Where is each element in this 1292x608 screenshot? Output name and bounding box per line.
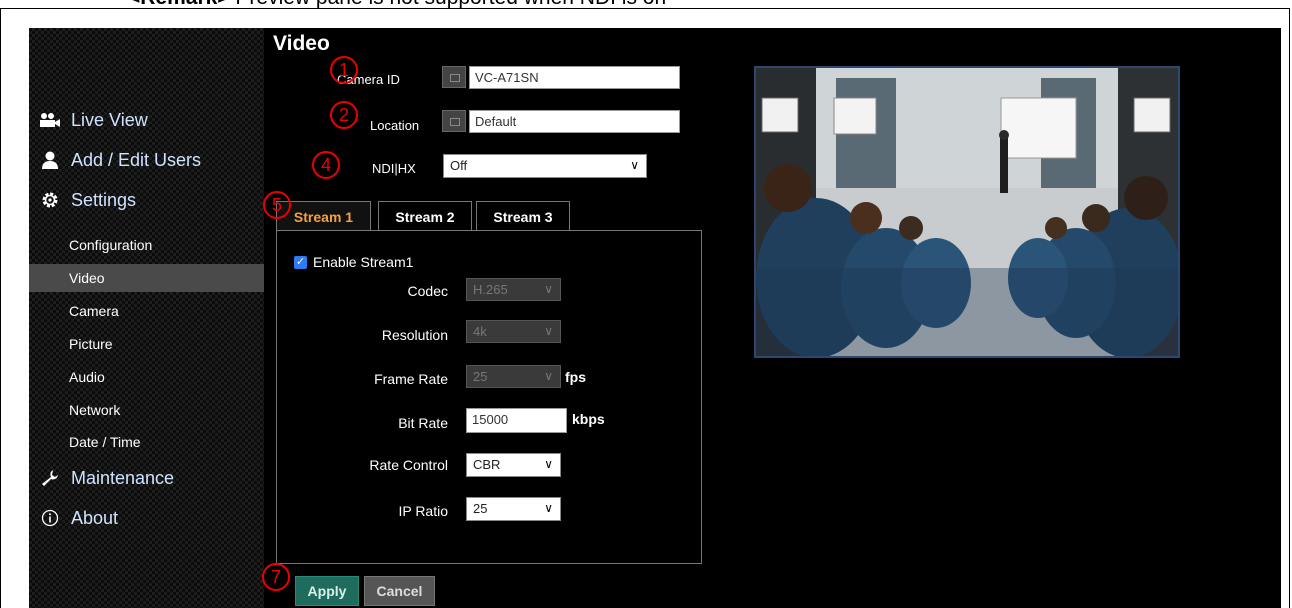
sidebar-item-label: Maintenance — [71, 467, 175, 488]
resolution-label: Resolution — [381, 327, 448, 343]
sidebar-item-label: Network — [69, 402, 121, 418]
annotation-badge-1: 1 — [330, 56, 358, 84]
codec-select-value: H.265 — [473, 282, 508, 297]
sidebar-item-configuration[interactable]: Configuration — [29, 231, 264, 259]
ip-ratio-select[interactable]: 25 ∨ — [466, 497, 561, 521]
preview-image — [756, 68, 1178, 356]
user-icon — [37, 151, 63, 169]
sidebar-item-add-edit-users[interactable]: Add / Edit Users — [29, 145, 264, 175]
ip-ratio-select-value: 25 — [473, 501, 488, 516]
sidebar-item-network[interactable]: Network — [29, 396, 264, 424]
sidebar-item-about[interactable]: About — [29, 503, 264, 533]
annotation-badge-7: 7 — [262, 563, 290, 591]
chevron-down-icon: ∨ — [544, 501, 553, 515]
gear-icon — [37, 191, 63, 209]
sidebar-item-live-view[interactable]: Live View — [29, 105, 264, 135]
bit-rate-label: Bit Rate — [398, 415, 448, 431]
enable-stream-label: Enable Stream1 — [313, 254, 414, 270]
sidebar-item-label: Date / Time — [69, 434, 141, 450]
ndi-select[interactable]: Off ∨ — [443, 154, 647, 178]
web-ui: Live View Add / Edit Users Settings Conf… — [29, 28, 1281, 608]
sidebar-item-label: Picture — [69, 336, 113, 352]
resolution-select-value: 4k — [473, 324, 487, 339]
location-lock-button[interactable] — [442, 110, 466, 132]
rate-control-select[interactable]: CBR ∨ — [466, 453, 561, 477]
sidebar-item-label: Live View — [71, 109, 148, 130]
sidebar-item-audio[interactable]: Audio — [29, 363, 264, 391]
ndi-select-value: Off — [450, 158, 468, 173]
chevron-down-icon: ∨ — [544, 369, 553, 383]
ndi-label: NDI|HX — [372, 161, 416, 176]
annotation-badge-4: 4 — [312, 151, 340, 179]
camera-id-lock-button[interactable] — [442, 66, 466, 88]
location-input[interactable]: Default — [469, 110, 680, 133]
frame-rate-select[interactable]: 25 ∨ — [466, 365, 561, 388]
sidebar-item-maintenance[interactable]: Maintenance — [29, 463, 264, 493]
bit-rate-input[interactable]: 15000 — [466, 408, 567, 433]
sidebar-item-camera[interactable]: Camera — [29, 297, 264, 325]
frame-rate-label: Frame Rate — [374, 371, 448, 387]
tab-stream-3[interactable]: Stream 3 — [476, 201, 570, 231]
info-icon — [37, 509, 63, 527]
chevron-down-icon: ∨ — [544, 324, 553, 338]
wrench-icon — [37, 469, 63, 487]
enable-stream-checkbox[interactable]: ✓ — [294, 256, 307, 269]
annotation-badge-2: 2 — [330, 101, 358, 129]
sidebar-item-label: Audio — [69, 369, 105, 385]
video-preview — [754, 66, 1180, 358]
tab-stream-2[interactable]: Stream 2 — [378, 201, 472, 231]
sidebar-item-label: Video — [69, 270, 105, 286]
sidebar-item-settings[interactable]: Settings — [29, 185, 264, 215]
codec-label: Codec — [407, 283, 448, 299]
sidebar-item-label: About — [71, 507, 119, 528]
rate-control-select-value: CBR — [473, 457, 501, 472]
sidebar-item-video[interactable]: Video — [29, 264, 264, 292]
sidebar-item-label: Settings — [71, 189, 137, 210]
frame-rate-select-value: 25 — [473, 369, 488, 384]
sidebar: Live View Add / Edit Users Settings Conf… — [29, 28, 264, 608]
codec-select[interactable]: H.265 ∨ — [466, 278, 561, 301]
chevron-down-icon: ∨ — [544, 457, 553, 471]
annotation-badge-5: 5 — [263, 191, 291, 219]
cancel-button[interactable]: Cancel — [364, 576, 435, 606]
ip-ratio-label: IP Ratio — [398, 503, 448, 519]
chevron-down-icon: ∨ — [630, 158, 639, 172]
sidebar-item-picture[interactable]: Picture — [29, 330, 264, 358]
apply-button[interactable]: Apply — [295, 576, 359, 606]
resolution-select[interactable]: 4k ∨ — [466, 320, 561, 343]
page-title: Video — [273, 32, 330, 55]
rate-control-label: Rate Control — [369, 457, 448, 473]
live-view-icon — [37, 112, 63, 128]
sidebar-item-label: Configuration — [69, 237, 153, 253]
sidebar-item-date-time[interactable]: Date / Time — [29, 428, 264, 456]
sidebar-item-label: Add / Edit Users — [71, 149, 202, 170]
kbps-unit: kbps — [572, 411, 605, 427]
fps-unit: fps — [565, 369, 586, 385]
sidebar-item-label: Camera — [69, 303, 119, 319]
location-label: Location — [370, 118, 420, 133]
chevron-down-icon: ∨ — [544, 282, 553, 296]
camera-id-input[interactable]: VC-A71SN — [469, 66, 680, 89]
